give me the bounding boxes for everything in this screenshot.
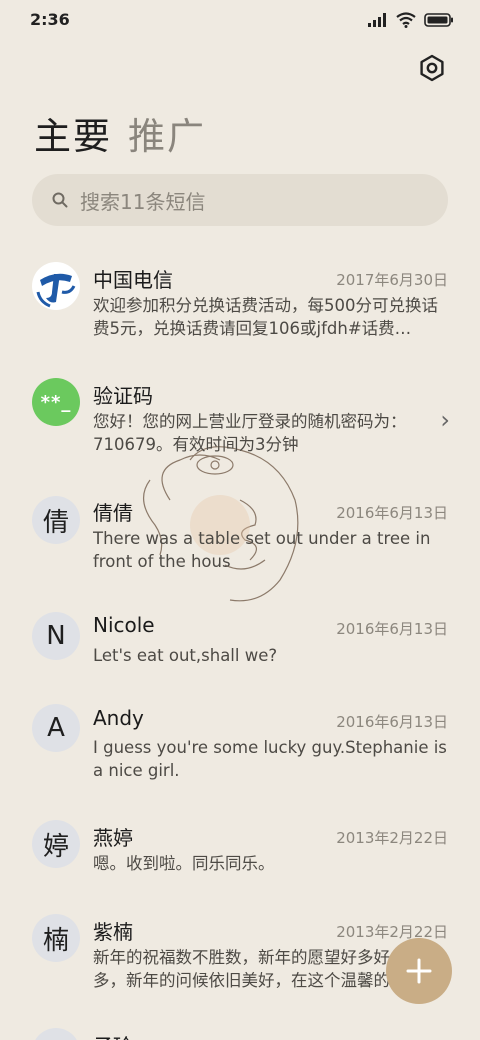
message-preview: 新年的祝福数不胜数，新年的愿望好多好多，新年的问候依旧美好，在这个温馨的时刻 xyxy=(93,948,390,990)
avatar: 婷 xyxy=(32,820,80,868)
message-row[interactable]: A Andy 2016年6月13日 I guess you're some lu… xyxy=(0,704,480,804)
message-row[interactable]: 玲 子玲 xyxy=(0,1028,480,1040)
message-preview: 您好！您的网上营业厅登录的随机密码为：710679。有效时间为3分钟 xyxy=(93,412,407,454)
message-row[interactable]: 倩 倩倩 2016年6月13日 There was a table set ou… xyxy=(0,494,480,594)
search-bar[interactable]: 搜索11条短信 xyxy=(32,174,448,226)
sender-name: 燕婷 xyxy=(93,826,133,850)
message-date: 2013年2月22日 xyxy=(336,829,448,847)
avatar: 玲 xyxy=(32,1028,80,1040)
message-date: 2016年6月13日 xyxy=(336,713,448,731)
settings-gear-icon[interactable] xyxy=(418,54,446,82)
message-date: 2016年6月13日 xyxy=(336,620,448,638)
avatar: A xyxy=(32,704,80,752)
signal-icon xyxy=(368,13,386,27)
avatar: 楠 xyxy=(32,914,80,962)
plus-icon xyxy=(406,958,432,984)
avatar: 倩 xyxy=(32,496,80,544)
sender-name: 验证码 xyxy=(93,384,153,408)
message-preview: 嗯。收到啦。同乐同乐。 xyxy=(93,854,275,873)
status-time: 2:36 xyxy=(30,10,70,29)
message-row[interactable]: 中国电信 2017年6月30日 欢迎参加积分兑换话费活动，每500分可兑换话费5… xyxy=(0,260,480,360)
avatar: N xyxy=(32,612,80,660)
message-preview: 欢迎参加积分兑换话费活动，每500分可兑换话费5元，兑换话费请回复106或jfd… xyxy=(93,296,438,338)
wifi-icon xyxy=(396,12,416,28)
status-bar: 2:36 xyxy=(0,0,480,40)
message-row[interactable]: 婷 燕婷 2013年2月22日 嗯。收到啦。同乐同乐。 xyxy=(0,820,480,900)
message-date: 2017年6月30日 xyxy=(336,271,448,289)
chevron-right-icon[interactable]: › xyxy=(440,406,450,434)
new-message-fab-button[interactable] xyxy=(386,938,452,1004)
sender-name: 子玲 xyxy=(93,1030,133,1040)
search-placeholder: 搜索11条短信 xyxy=(80,189,206,214)
search-icon xyxy=(52,192,68,208)
sender-name: Andy xyxy=(93,706,144,730)
avatar-china-telecom-logo xyxy=(32,262,80,310)
message-preview: I guess you're some lucky guy.Stephanie … xyxy=(93,738,447,780)
sender-name: 中国电信 xyxy=(93,268,173,292)
sender-name: Nicole xyxy=(93,613,155,637)
china-telecom-logo-icon xyxy=(33,263,79,309)
sender-name: 倩倩 xyxy=(93,501,133,525)
tab-promotions[interactable]: 推广 xyxy=(128,106,206,160)
battery-icon xyxy=(424,13,453,27)
message-date: 2016年6月13日 xyxy=(336,504,448,522)
sender-name: 紫楠 xyxy=(93,920,133,944)
message-preview: Let's eat out,shall we? xyxy=(93,646,278,665)
message-row[interactable]: N Nicole 2016年6月13日 Let's eat out,shall … xyxy=(0,610,480,690)
tab-bar: 主要 推广 xyxy=(34,106,206,160)
avatar-verification-code: **_ xyxy=(32,378,80,426)
tab-primary[interactable]: 主要 xyxy=(34,106,112,160)
message-row[interactable]: **_ 验证码 您好！您的网上营业厅登录的随机密码为：710679。有效时间为3… xyxy=(0,378,480,478)
message-preview: There was a table set out under a tree i… xyxy=(93,529,431,571)
status-icons xyxy=(368,12,454,28)
message-date: 2013年2月22日 xyxy=(336,923,448,941)
